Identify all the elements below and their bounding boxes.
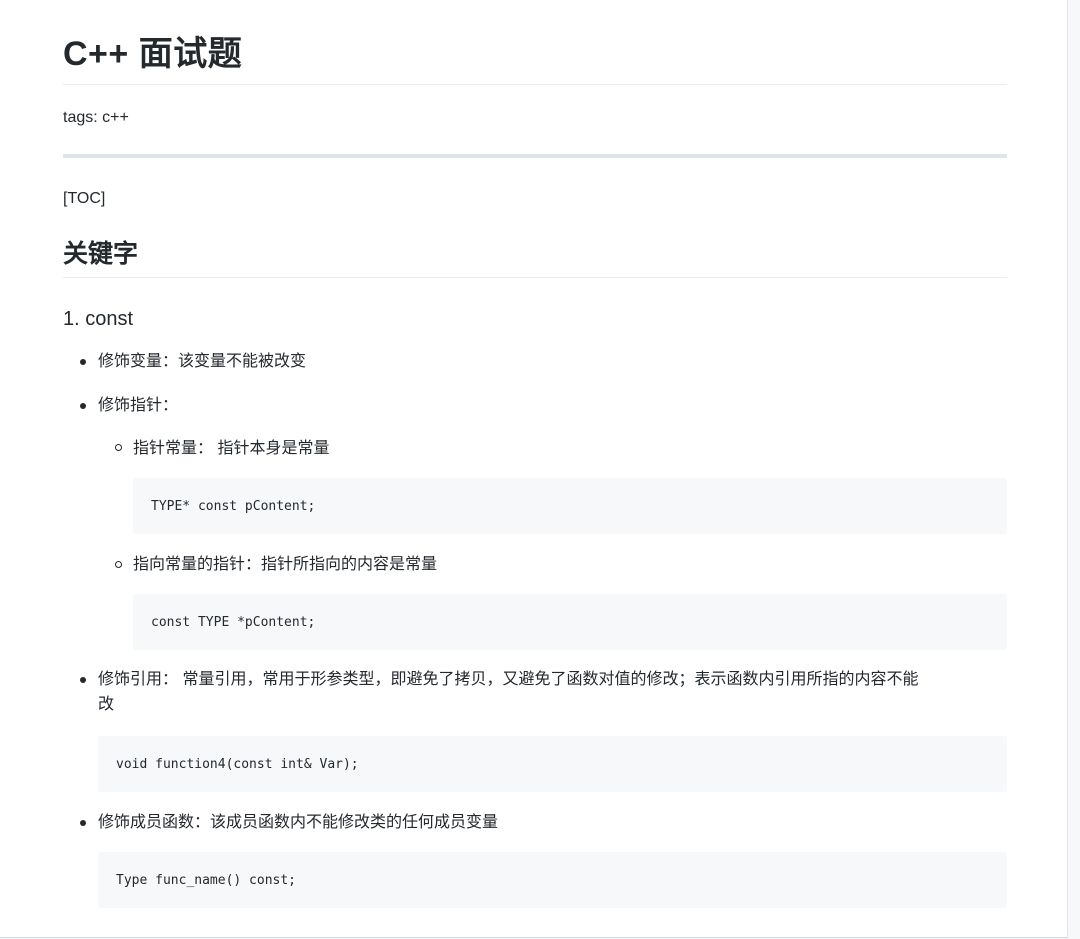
list-item-pointer: 修饰指针： — [98, 397, 179, 414]
code-block: void function4(const int& Var); — [98, 736, 1007, 792]
code-block: const TYPE *pContent; — [133, 594, 1007, 650]
section-heading: 关键字 — [63, 240, 139, 268]
toc-placeholder: [TOC] — [63, 190, 106, 207]
code-block: Type func_name() const; — [98, 852, 1007, 908]
section-divider — [63, 277, 1007, 278]
circle-bullet-icon — [115, 444, 122, 451]
list-item-variable: 修饰变量：该变量不能被改变 — [98, 353, 307, 370]
page-title: C++ 面试题 — [63, 35, 243, 73]
list-item-reference-line2: 改 — [98, 696, 115, 713]
code-block: TYPE* const pContent; — [133, 478, 1007, 534]
circle-bullet-icon — [115, 561, 122, 568]
horizontal-rule — [63, 154, 1007, 158]
bullet-icon — [80, 677, 86, 683]
bullet-icon — [80, 403, 86, 409]
tags-line: tags: c++ — [63, 109, 129, 126]
bullet-icon — [80, 820, 86, 826]
document-page: C++ 面试题 tags: c++ [TOC] 关键字 1. const 修饰变… — [0, 0, 1068, 938]
bullet-icon — [80, 359, 86, 365]
title-divider — [63, 84, 1007, 85]
list-item-member-function: 修饰成员函数：该成员函数内不能修改类的任何成员变量 — [98, 814, 499, 831]
list-item-reference-line1: 修饰引用： 常量引用，常用于形参类型，即避免了拷贝，又避免了函数对值的修改；表示… — [98, 671, 919, 688]
subsection-heading: 1. const — [63, 308, 134, 330]
list-item-pointer-to-const: 指向常量的指针：指针所指向的内容是常量 — [133, 556, 438, 573]
list-item-pointer-const: 指针常量： 指针本身是常量 — [133, 440, 330, 457]
